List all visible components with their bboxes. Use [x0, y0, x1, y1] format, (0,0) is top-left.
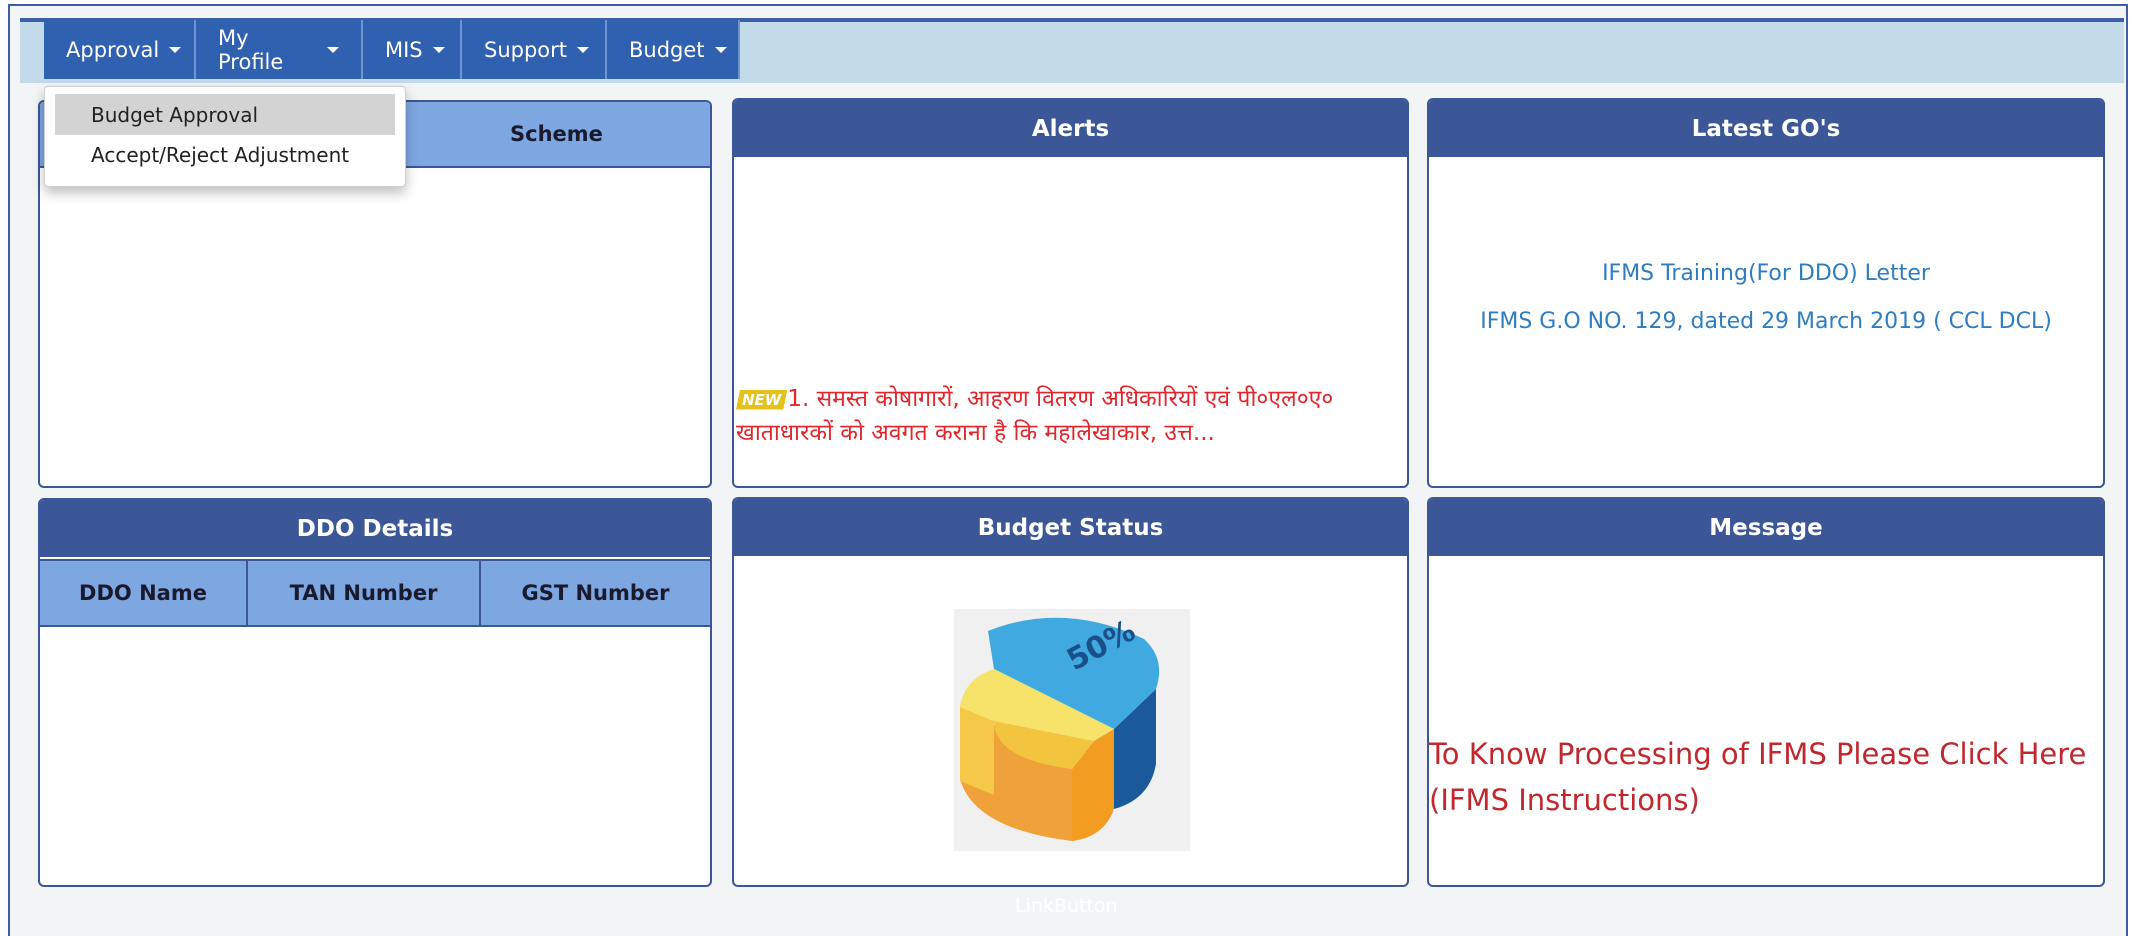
nav-budget-label: Budget	[629, 37, 705, 62]
nav-my-profile[interactable]: My Profile	[196, 20, 363, 79]
latest-go-panel: Latest GO's IFMS Training(For DDO) Lette…	[1427, 98, 2105, 488]
nav-budget[interactable]: Budget	[607, 20, 740, 79]
gst-number-header: GST Number	[521, 581, 670, 605]
main-nav: Approval My Profile MIS Support Budget	[44, 20, 740, 79]
caret-down-icon	[577, 46, 590, 53]
caret-down-icon	[327, 46, 339, 53]
go-link-training[interactable]: IFMS Training(For DDO) Letter	[1429, 250, 2103, 298]
alerts-panel: Alerts NEW 1. समस्त कोषागारों, आहरण वितरण…	[732, 98, 1409, 488]
new-badge: NEW	[736, 389, 788, 410]
link-button[interactable]: LinkButton	[1015, 895, 1118, 917]
ddo-details-panel: DDO Details DDO Name TAN Number GST Numb…	[38, 498, 712, 887]
latest-go-header: Latest GO's	[1429, 100, 2103, 157]
nav-mis[interactable]: MIS	[363, 20, 462, 79]
alert-item[interactable]: NEW 1. समस्त कोषागारों, आहरण वितरण अधिकार…	[736, 382, 1406, 450]
menu-item-accept-reject-adjustment[interactable]: Accept/Reject Adjustment	[55, 134, 395, 175]
message-panel: Message To Know Processing of IFMS Pleas…	[1427, 497, 2105, 887]
alert-text: 1. समस्त कोषागारों, आहरण वितरण अधिकारियो…	[736, 386, 1334, 446]
ddo-table-header: DDO Name TAN Number GST Number	[40, 559, 710, 627]
budget-pie-image: 50%	[954, 609, 1190, 851]
nav-support[interactable]: Support	[462, 20, 607, 79]
message-header: Message	[1429, 499, 2103, 556]
budget-status-panel: Budget Status 50%	[732, 497, 1409, 887]
tan-number-header: TAN Number	[248, 561, 481, 625]
budget-status-header: Budget Status	[734, 499, 1407, 556]
ddo-details-header: DDO Details	[40, 500, 710, 557]
nav-support-label: Support	[484, 37, 568, 62]
nav-approval[interactable]: Approval	[44, 20, 196, 79]
ddo-name-header: DDO Name	[40, 561, 248, 625]
caret-down-icon	[169, 46, 182, 53]
menu-item-budget-approval[interactable]: Budget Approval	[55, 94, 395, 135]
approval-dropdown-menu: Budget Approval Accept/Reject Adjustment	[44, 86, 406, 187]
pie-chart-icon: 50%	[960, 613, 1160, 841]
nav-approval-label: Approval	[66, 37, 160, 62]
caret-down-icon	[432, 46, 445, 53]
scheme-column-header: Scheme	[510, 122, 603, 146]
nav-my-profile-label: My Profile	[218, 25, 284, 74]
alerts-header: Alerts	[734, 100, 1407, 157]
go-link-129[interactable]: IFMS G.O NO. 129, dated 29 March 2019 ( …	[1429, 298, 2103, 346]
ifms-instructions-link[interactable]: To Know Processing of IFMS Please Click …	[1429, 731, 2103, 843]
nav-mis-label: MIS	[385, 37, 423, 62]
go-list: IFMS Training(For DDO) Letter IFMS G.O N…	[1429, 250, 2103, 420]
caret-down-icon	[714, 46, 727, 53]
